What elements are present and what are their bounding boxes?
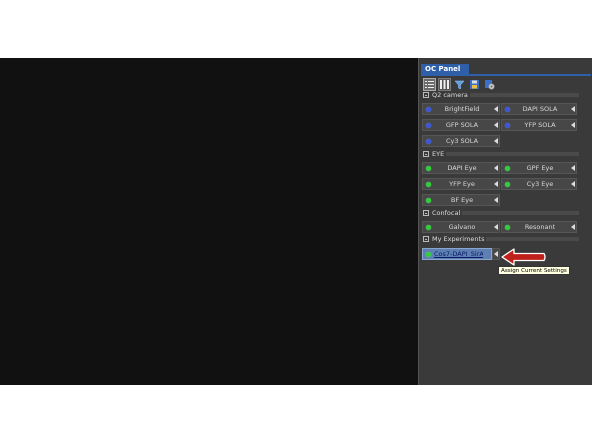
panel-title-bar	[421, 74, 591, 76]
collapse-icon[interactable]	[423, 151, 429, 157]
button-label: Galvano	[448, 223, 476, 231]
status-indicator-icon	[426, 225, 431, 230]
section-label: EYE	[432, 150, 447, 158]
status-indicator-icon	[426, 198, 431, 203]
settings-config-icon[interactable]	[483, 78, 496, 91]
panel-toolbar	[423, 78, 496, 92]
brightfield-button[interactable]: BrightField	[422, 103, 500, 115]
assign-arrow-icon[interactable]	[494, 197, 498, 203]
yfp-eye-button[interactable]: YFP Eye	[422, 178, 500, 190]
assign-settings-button[interactable]	[492, 248, 500, 260]
gpf-eye-button[interactable]: GPF Eye	[501, 162, 577, 174]
section-label: My Experiments	[432, 235, 487, 243]
section-eye[interactable]: EYE	[423, 150, 579, 158]
bf-eye-button[interactable]: BF Eye	[422, 194, 500, 206]
section-q2-camera[interactable]: Q2 camera	[423, 91, 579, 99]
assign-arrow-icon[interactable]	[494, 224, 498, 230]
button-label: YFP SOLA	[524, 121, 556, 129]
collapse-icon[interactable]	[423, 92, 429, 98]
application-window: OC Panel Q2 camera BrightField DAPI SOLA…	[0, 58, 592, 385]
assign-arrow-icon[interactable]	[571, 224, 575, 230]
list-view-icon[interactable]	[423, 78, 436, 91]
status-indicator-icon	[505, 166, 510, 171]
assign-arrow-icon[interactable]	[571, 122, 575, 128]
status-indicator-icon	[426, 182, 431, 187]
dapi-eye-button[interactable]: DAPI Eye	[422, 162, 500, 174]
resonant-button[interactable]: Resonant	[501, 221, 577, 233]
annotation-arrow-icon	[501, 248, 546, 266]
status-indicator-icon	[505, 182, 510, 187]
section-label: Q2 camera	[432, 91, 470, 99]
grid-view-icon[interactable]	[438, 78, 451, 91]
section-confocal[interactable]: Confocal	[423, 209, 579, 217]
status-indicator-icon	[505, 107, 510, 112]
save-config-icon[interactable]	[468, 78, 481, 91]
button-label: GFP SOLA	[445, 121, 479, 129]
galvano-button[interactable]: Galvano	[422, 221, 500, 233]
filter-funnel-icon[interactable]	[453, 78, 466, 91]
status-indicator-icon	[426, 139, 431, 144]
assign-arrow-icon[interactable]	[494, 122, 498, 128]
button-label: Cy3 Eye	[526, 180, 554, 188]
button-label: Cy3 SOLA	[445, 137, 479, 145]
button-label: GPF Eye	[526, 164, 554, 172]
cy3-sola-button[interactable]: Cy3 SOLA	[422, 135, 500, 147]
button-label: BrightField	[444, 105, 480, 113]
oc-panel: OC Panel Q2 camera BrightField DAPI SOLA…	[418, 58, 592, 385]
assign-arrow-icon[interactable]	[494, 106, 498, 112]
dapi-sola-button[interactable]: DAPI SOLA	[501, 103, 577, 115]
button-label: YFP Eye	[449, 180, 475, 188]
status-indicator-icon	[505, 225, 510, 230]
assign-arrow-icon[interactable]	[494, 165, 498, 171]
gfp-sola-button[interactable]: GFP SOLA	[422, 119, 500, 131]
experiment-cos7-button[interactable]: Cos7-DAPI_SirActin	[422, 248, 492, 260]
button-label: Resonant	[524, 223, 556, 231]
section-label: Confocal	[432, 209, 463, 217]
button-label: BF Eye	[450, 196, 474, 204]
status-indicator-icon	[426, 123, 431, 128]
assign-arrow-icon[interactable]	[571, 181, 575, 187]
section-my-experiments[interactable]: My Experiments	[423, 235, 579, 243]
assign-arrow-icon[interactable]	[494, 181, 498, 187]
yfp-sola-button[interactable]: YFP SOLA	[501, 119, 577, 131]
assign-arrow-icon[interactable]	[494, 138, 498, 144]
button-label: DAPI SOLA	[522, 105, 558, 113]
status-indicator-icon	[426, 252, 431, 257]
button-label: Cos7-DAPI_SirActin	[434, 250, 483, 258]
assign-arrow-icon[interactable]	[571, 165, 575, 171]
assign-arrow-icon[interactable]	[494, 251, 498, 257]
status-indicator-icon	[505, 123, 510, 128]
image-viewport[interactable]	[0, 58, 418, 385]
button-label: DAPI Eye	[447, 164, 477, 172]
collapse-icon[interactable]	[423, 236, 429, 242]
status-indicator-icon	[426, 107, 431, 112]
collapse-icon[interactable]	[423, 210, 429, 216]
status-indicator-icon	[426, 166, 431, 171]
assign-arrow-icon[interactable]	[571, 106, 575, 112]
cy3-eye-button[interactable]: Cy3 Eye	[501, 178, 577, 190]
tooltip: Assign Current Settings	[498, 266, 570, 275]
